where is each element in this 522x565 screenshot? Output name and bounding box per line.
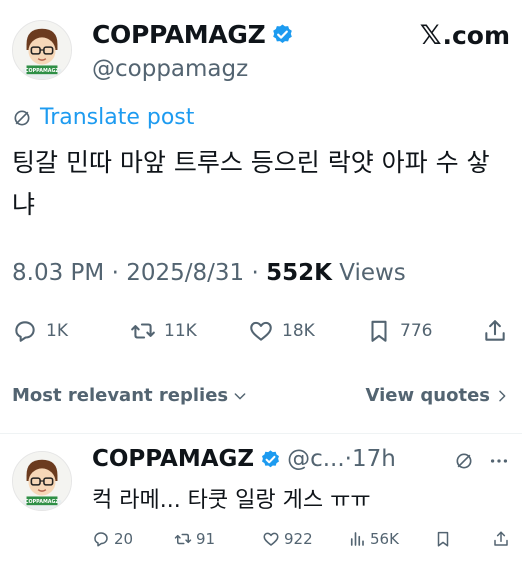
translate-post-link[interactable]: Translate post xyxy=(12,105,194,130)
repost-icon xyxy=(174,533,192,545)
repost-count: 11K xyxy=(164,321,197,341)
reply-item[interactable]: COPPAMAGZ COPPAMAGZ @c... · 17h 컥 라메... … xyxy=(12,446,510,556)
reply-handle[interactable]: @c... xyxy=(287,446,345,472)
reply-count: 1K xyxy=(46,321,68,341)
site-domain: com xyxy=(451,21,510,50)
x-logo: 𝕏. com xyxy=(420,20,510,51)
divider xyxy=(0,433,522,434)
translate-icon xyxy=(14,110,30,125)
avatar-illustration: COPPAMAGZ xyxy=(13,21,71,79)
more-options-icon[interactable] xyxy=(488,450,510,472)
share-button[interactable] xyxy=(482,318,516,344)
avatar[interactable]: COPPAMAGZ xyxy=(12,20,72,80)
svg-text:COPPAMAGZ: COPPAMAGZ xyxy=(25,68,60,74)
reply-reply-count: 20 xyxy=(114,530,134,548)
replies-bar: Most relevant replies View quotes xyxy=(12,385,510,406)
reply-button[interactable]: 1K xyxy=(12,318,68,344)
reply-time[interactable]: 17h xyxy=(352,446,396,472)
verified-badge-icon xyxy=(273,24,293,44)
reply-text: 컥 라메... 타쿳 일랑 게스 ㅠㅠ xyxy=(92,488,371,513)
post-action-bar: 1K 11K 18K 776 xyxy=(12,318,510,346)
reply-repost-count: 91 xyxy=(196,530,216,548)
translate-label: Translate post xyxy=(40,105,195,130)
x-logo-suffix: . xyxy=(442,21,452,50)
reply-action-bar: 20 91 922 56K xyxy=(92,530,510,552)
reply-views-count: 56K xyxy=(370,530,399,548)
verified-badge-icon xyxy=(262,449,280,467)
sort-replies-dropdown[interactable]: Most relevant replies xyxy=(12,385,248,406)
reply-icon xyxy=(15,321,35,342)
reply-like-button[interactable]: 922 xyxy=(262,530,313,548)
share-icon xyxy=(485,320,505,341)
reply-reply-button[interactable]: 20 xyxy=(92,530,133,548)
translate-icon[interactable] xyxy=(454,451,474,471)
bookmark-icon xyxy=(371,320,387,342)
display-name-row: COPPAMAGZ xyxy=(92,20,294,49)
heart-icon xyxy=(263,532,279,546)
like-button[interactable]: 18K xyxy=(248,318,315,344)
views-chart-icon xyxy=(350,532,364,546)
avatar-illustration: COPPAMAGZ xyxy=(13,452,71,510)
handle[interactable]: @coppamagz xyxy=(92,56,248,82)
post-meta: 8.03 PM · 2025/8/31 · 552K Views xyxy=(12,260,406,286)
meta-separator: · xyxy=(111,260,127,286)
svg-text:COPPAMAGZ: COPPAMAGZ xyxy=(25,499,60,505)
x-icon: 𝕏 xyxy=(419,20,442,51)
post-header: COPPAMAGZ COPPAMAGZ @coppamagz 𝕏. com xyxy=(12,10,510,88)
like-count: 18K xyxy=(282,321,315,341)
reply-share-button[interactable] xyxy=(492,530,514,548)
chevron-down-icon xyxy=(234,392,246,399)
post-text: 팅갈 민따 마앞 트루스 등으린 락얏 아파 수 샇냐 xyxy=(12,148,490,219)
reply-views-button[interactable]: 56K xyxy=(348,530,399,548)
repost-button[interactable]: 11K xyxy=(130,318,197,344)
bookmark-button[interactable]: 776 xyxy=(366,318,432,344)
share-icon xyxy=(494,531,508,546)
sort-replies-label: Most relevant replies xyxy=(12,385,229,406)
reply-repost-button[interactable]: 91 xyxy=(174,530,215,548)
reply-like-count: 922 xyxy=(284,530,313,548)
heart-icon xyxy=(250,321,272,341)
reply-icon xyxy=(94,532,108,547)
bookmark-count: 776 xyxy=(400,321,433,341)
meta-separator: · xyxy=(251,260,267,286)
reply-display-name[interactable]: COPPAMAGZ xyxy=(92,446,254,472)
post-date[interactable]: 2025/8/31 xyxy=(126,260,244,286)
view-quotes-link[interactable]: View quotes xyxy=(366,385,510,406)
reply-controls xyxy=(454,450,510,472)
repost-icon xyxy=(131,323,155,339)
post-time[interactable]: 8.03 PM xyxy=(12,260,104,286)
chevron-right-icon xyxy=(499,390,506,401)
view-quotes-label: View quotes xyxy=(365,385,490,406)
views-count: 552K xyxy=(266,260,332,286)
reply-bookmark-button[interactable] xyxy=(434,530,456,548)
bookmark-icon xyxy=(437,531,449,547)
reply-header: COPPAMAGZ @c... · 17h xyxy=(92,446,396,472)
views-label: Views xyxy=(339,260,406,286)
reply-avatar[interactable]: COPPAMAGZ xyxy=(12,451,72,511)
display-name[interactable]: COPPAMAGZ xyxy=(92,20,266,49)
reply-separator: · xyxy=(344,446,352,472)
